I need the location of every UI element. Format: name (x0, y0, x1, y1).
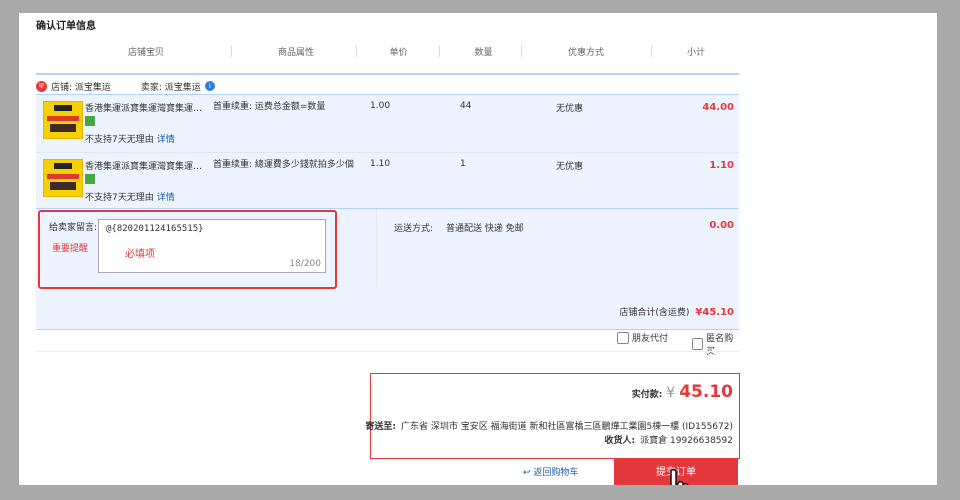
important-notice: 重要提醒 (52, 244, 89, 254)
checkbox-icon[interactable] (617, 331, 629, 344)
message-label: 给卖家留言: (49, 223, 98, 233)
order-confirm-page: 确认订单信息 店铺宝贝 商品属性 单价 数量 优惠方式 小计 ⛨ 店铺: 派宝集… (19, 13, 937, 485)
shipping-address: 寄送至: 广东省 深圳市 宝安区 福海街道 新和社區富橋三區鵬燁工業園5棟一樓 (… (365, 419, 733, 432)
receiver-label: 收货人: (604, 436, 636, 446)
consumer-protection-icon[interactable] (85, 116, 95, 126)
item-row: 香港集運派寶集運灣寶集運可達... 不支持7天无理由 详情 首重续重: 运费总金额… (36, 95, 739, 153)
message-highlight-box: 给卖家留言: 重要提醒 @{820201124165515} 必填项 18/20… (38, 210, 337, 289)
shipping-label: 运送方式: (394, 224, 434, 234)
column-divider (439, 45, 440, 57)
item-discount: 无优惠 (556, 162, 584, 172)
seller-message-input[interactable]: @{820201124165515} 必填项 18/200 (98, 219, 326, 273)
item-attributes: 首重续重: 运费总金额=数量 (213, 102, 326, 112)
column-divider (231, 45, 232, 57)
details-link[interactable]: 详情 (157, 193, 175, 203)
seller-message-value: @{820201124165515} (106, 224, 204, 234)
hand-cursor-icon (670, 469, 689, 485)
payment-options: 朋友代付 匿名购买 (36, 327, 739, 357)
item-list: 香港集運派寶集運灣寶集運可達... 不支持7天无理由 详情 首重续重: 运费总金额… (36, 94, 739, 211)
item-attributes: 首重续重: 總運費多少錢就拍多少個 (213, 160, 354, 170)
column-header-subtotal: 小计 (686, 48, 705, 58)
pay-label: 实付款: (631, 390, 663, 400)
item-thumbnail[interactable] (43, 101, 83, 139)
pay-line: 实付款: ¥ 45.10 (632, 382, 733, 402)
shipping-method[interactable]: 普通配送 快递 免邮 (446, 221, 524, 234)
column-header-discount: 优惠方式 (567, 48, 604, 58)
store-total-value: ¥45.10 (695, 307, 734, 318)
column-divider (356, 45, 357, 57)
order-summary-box: 实付款: ¥ 45.10 寄送至: 广东省 深圳市 宝安区 福海街道 新和社區富橋… (365, 373, 740, 459)
friend-pay-label: 朋友代付 (632, 334, 669, 344)
back-to-cart-label: 返回购物车 (533, 468, 579, 478)
back-to-cart-link[interactable]: ↩ 返回购物车 (523, 465, 578, 478)
column-header-attributes: 商品属性 (277, 48, 314, 58)
shop-icon: ⛨ (36, 80, 47, 92)
column-divider (521, 45, 522, 57)
friend-pay-checkbox[interactable]: 朋友代付 (617, 331, 668, 344)
item-quantity: 44 (460, 101, 472, 111)
store-total: 店铺合计(含运费) ¥45.10 (619, 305, 734, 318)
item-subtotal: 1.10 (709, 160, 734, 171)
chat-icon[interactable]: i (204, 81, 215, 91)
item-row: 香港集運派寶集運灣寶集運可達... 不支持7天无理由 详情 首重续重: 總運費多少… (36, 153, 739, 211)
shop-name[interactable]: 店铺: 派宝集运 (51, 80, 111, 93)
column-header-price: 单价 (389, 48, 408, 58)
details-link[interactable]: 详情 (157, 135, 175, 145)
pay-amount: 45.10 (679, 382, 733, 402)
shipping-price: 0.00 (709, 220, 734, 231)
receiver-value: 派寶倉 19926638592 (640, 436, 733, 446)
column-header-shop-item: 店铺宝贝 (127, 48, 164, 58)
address-value: 广东省 深圳市 宝安区 福海街道 新和社區富橋三區鵬燁工業園5棟一樓 (ID15… (401, 422, 733, 432)
consumer-protection-icon[interactable] (85, 174, 95, 184)
anonymous-label: 匿名购买 (706, 334, 734, 357)
item-title[interactable]: 香港集運派寶集運灣寶集運可達... (85, 101, 209, 114)
no-return-note: 不支持7天无理由 详情 (85, 193, 175, 203)
seller-name[interactable]: 卖家: 派宝集运 (141, 80, 201, 93)
item-subtotal: 44.00 (702, 102, 734, 113)
checkbox-icon[interactable] (692, 338, 704, 350)
column-divider (376, 209, 377, 287)
item-thumbnail[interactable] (43, 159, 83, 197)
divider (36, 351, 739, 352)
item-quantity: 1 (460, 159, 466, 169)
message-shipping-row: 给卖家留言: 重要提醒 @{820201124165515} 必填项 18/20… (36, 208, 739, 330)
required-note: 必填项 (125, 249, 155, 260)
back-arrow-icon: ↩ (523, 468, 531, 478)
receiver: 收货人: 派寶倉 19926638592 (605, 433, 733, 446)
item-price: 1.00 (370, 101, 391, 111)
item-title[interactable]: 香港集運派寶集運灣寶集運可達... (85, 159, 209, 172)
store-total-label: 店铺合计(含运费) (619, 308, 690, 318)
anonymous-checkbox[interactable]: 匿名购买 (692, 331, 739, 357)
currency-symbol: ¥ (666, 385, 676, 401)
page-title: 确认订单信息 (36, 21, 96, 32)
no-return-note: 不支持7天无理由 详情 (85, 135, 175, 145)
shop-line: ⛨ 店铺: 派宝集运 卖家: 派宝集运 i (36, 79, 215, 93)
char-counter: 18/200 (289, 259, 321, 269)
column-divider (651, 45, 652, 57)
column-header-quantity: 数量 (474, 48, 493, 58)
column-header: 店铺宝贝 商品属性 单价 数量 优惠方式 小计 (36, 41, 739, 75)
item-price: 1.10 (370, 159, 391, 169)
item-discount: 无优惠 (556, 104, 584, 114)
address-label: 寄送至: (365, 422, 396, 432)
